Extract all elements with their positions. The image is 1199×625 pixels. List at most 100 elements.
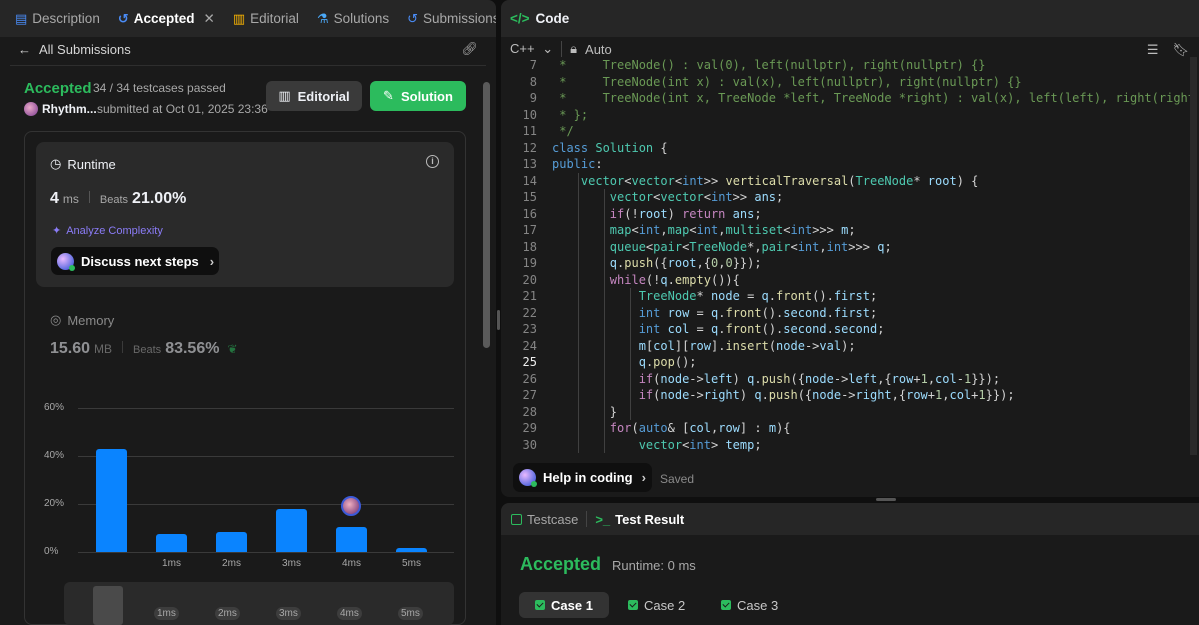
bookmark-icon[interactable]: 🔖︎ [1172,42,1189,58]
indent-guide [630,288,631,420]
mode-value[interactable]: Auto [585,42,612,57]
case-1-tab[interactable]: Case 1 [519,592,609,618]
code-tab[interactable]: </> Code [501,0,1199,37]
document-icon: ▤ [15,10,28,26]
editorial-button[interactable]: ▥ Editorial [266,81,362,111]
label-text: Memory [67,312,115,328]
tab-test-result[interactable]: >_ Test Result [595,512,684,527]
memory-label[interactable]: ◎ Memory [50,312,114,328]
button-label: Help in coding [543,470,633,485]
code-text: q.pop(); [638,355,697,369]
code-line[interactable]: 10 * }; [501,107,1191,124]
chart-bar[interactable] [156,534,187,552]
format-icon[interactable]: ☰ [1147,42,1159,58]
line-number: 22 [522,305,537,320]
code-line[interactable]: 14 vector<vector<int>> verticalTraversal… [501,173,1191,190]
toolbar-divider [561,41,563,57]
tab-label: Submissions [423,11,496,26]
tab-submissions[interactable]: ↺ Submissions [398,0,496,37]
save-status: Saved [660,472,695,486]
code-text: queue<pair<TreeNode*,pair<int,int>>> q; [609,239,892,254]
help-in-coding-button[interactable]: Help in coding › [513,463,652,492]
tab-accepted[interactable]: ↺ Accepted ✕ [109,0,224,37]
left-tabbar: ▤ Description ↺ Accepted ✕ ▥ Editorial ⚗… [0,0,496,37]
line-number: 8 [529,74,537,89]
scrollbar[interactable] [483,82,490,348]
tab-description[interactable]: ▤ Description [6,0,109,37]
button-label: Solution [400,88,453,104]
code-line[interactable]: 11 */ [501,123,1191,140]
resize-handle-horizontal[interactable] [876,498,896,501]
assistant-avatar-icon [57,252,75,271]
gridline [78,456,454,457]
line-number: 26 [522,371,537,386]
code-line[interactable]: 13 public: [501,156,1191,173]
beats-label: Beats [133,344,162,356]
brush-handle[interactable] [93,586,123,625]
tab-editorial[interactable]: ▥ Editorial [224,0,308,37]
x-tick-label: 3ms [282,558,301,569]
code-text: if(node->left) q.push({node->left,{row+1… [638,371,1001,386]
chart-bar[interactable] [276,508,307,552]
link-icon[interactable]: 🔗︎ [461,41,478,57]
runtime-number: 4 [50,190,59,207]
line-number: 15 [522,190,537,204]
chart-bar[interactable] [216,531,247,552]
code-text: while(!q.empty()){ [609,272,740,287]
line-number: 13 [522,157,537,171]
code-text: if(node->right) q.push({node->right,{row… [638,388,1015,402]
lock-icon: 🔒︎ [570,41,578,56]
code-text: m[col][row].insert(node->val); [638,338,856,353]
code-editor[interactable]: 7 * TreeNode() : val(0), left(nullptr), … [501,57,1191,455]
close-icon[interactable]: ✕ [204,11,215,27]
chevron-right-icon: › [209,253,215,269]
avatar[interactable] [24,102,38,116]
line-number: 9 [529,91,537,105]
code-line[interactable]: 9 * TreeNode(int x, TreeNode *left, Tree… [501,90,1191,107]
beats-label: Beats [99,194,129,206]
case-2-tab[interactable]: Case 2 [612,592,701,618]
code-line[interactable]: 8 * TreeNode(int x) : val(x), left(nullp… [501,74,1191,91]
code-text: for(auto& [col,row] : m){ [609,421,791,435]
analyze-complexity-link[interactable]: ✦ Analyze Complexity [52,224,163,238]
gridline [78,504,454,505]
assistant-avatar-icon [519,469,537,487]
submission-status: Accepted [24,80,92,97]
all-submissions-link[interactable]: ← All Submissions [18,42,131,57]
code-text: map<int,map<int,multiset<int>>> m; [609,223,856,237]
resize-handle-vertical[interactable] [497,310,500,330]
case-3-tab[interactable]: Case 3 [705,592,794,618]
line-number: 12 [522,140,537,155]
tab-solutions[interactable]: ⚗ Solutions [308,0,398,37]
language-select[interactable]: C++ ⌄ [510,41,553,57]
sparkle-icon: ✦ [52,225,62,237]
memory-number: 15.60 [50,340,91,357]
username[interactable]: Rhythm... [42,102,97,116]
chart-bar[interactable] [96,448,127,552]
line-number: 25 [522,355,537,369]
tab-testcase[interactable]: Testcase [511,512,578,527]
solution-button[interactable]: ✎ Solution [370,81,466,111]
y-tick-label: 0% [44,546,59,557]
chart-bar[interactable] [396,548,427,552]
link-label: Analyze Complexity [66,224,163,237]
discuss-next-steps-button[interactable]: Discuss next steps › [51,247,219,275]
check-icon [628,600,638,610]
tab-label: Editorial [250,11,299,26]
gridline [78,552,454,553]
gridline [78,408,454,409]
case-label: Case 3 [737,597,779,613]
info-icon[interactable]: i [426,155,439,168]
edit-icon: ✎ [383,88,394,103]
editor-scrollbar[interactable] [1190,57,1197,455]
line-number: 11 [522,124,537,138]
test-panel: Testcase >_ Test Result Accepted Runtime… [501,503,1199,625]
code-line[interactable]: 7 * TreeNode() : val(0), left(nullptr), … [501,57,1191,74]
check-icon [535,600,545,610]
tab-divider [586,511,588,527]
book-icon: ▥ [278,88,291,103]
chart-bar[interactable] [336,526,367,552]
tab-label: Solutions [333,11,390,26]
check-icon [721,600,731,610]
code-line[interactable]: 12 class Solution { [501,140,1191,157]
